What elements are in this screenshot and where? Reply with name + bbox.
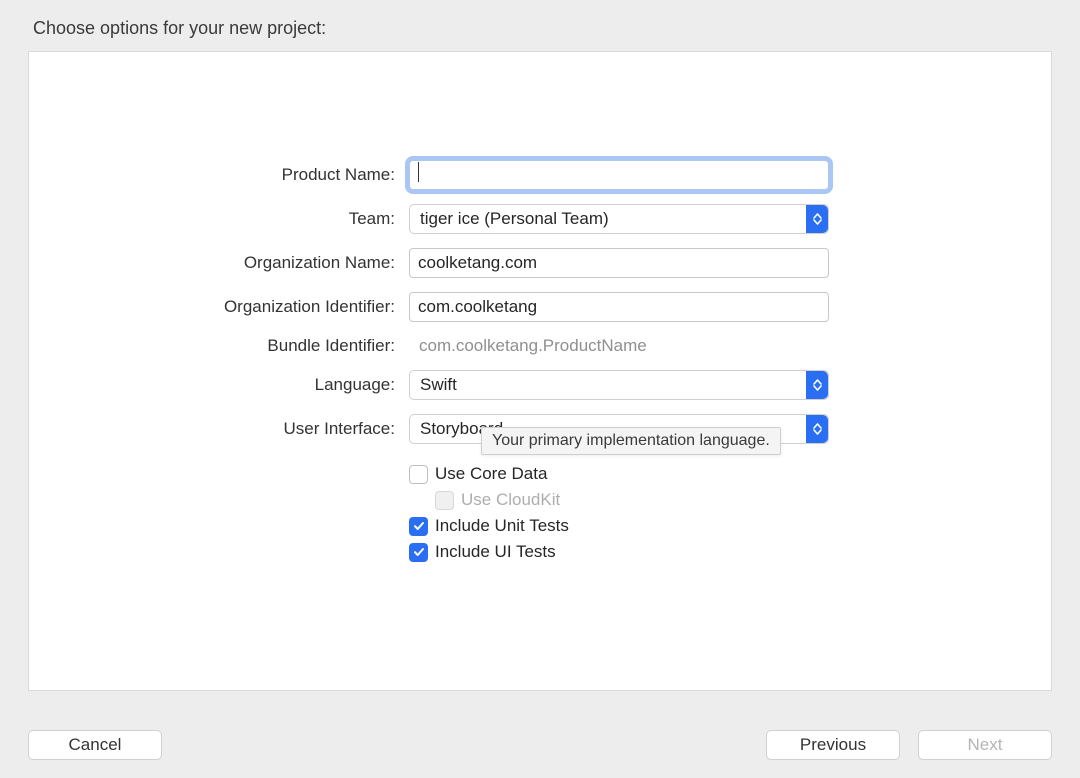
project-options-form: Product Name: Team: tiger ice (Personal …: [29, 160, 1051, 572]
product-name-label: Product Name:: [29, 165, 409, 185]
main-panel: Product Name: Team: tiger ice (Personal …: [28, 51, 1052, 691]
product-name-input[interactable]: [409, 160, 829, 190]
organization-identifier-label: Organization Identifier:: [29, 297, 409, 317]
organization-name-input[interactable]: [409, 248, 829, 278]
previous-button[interactable]: Previous: [766, 730, 900, 760]
language-select-value: Swift: [420, 375, 457, 395]
organization-name-label: Organization Name:: [29, 253, 409, 273]
language-select[interactable]: Swift: [409, 370, 829, 400]
updown-chevron-icon: [806, 415, 828, 443]
language-tooltip: Your primary implementation language.: [481, 427, 781, 455]
updown-chevron-icon: [806, 205, 828, 233]
use-core-data-checkbox[interactable]: [409, 465, 428, 484]
team-label: Team:: [29, 209, 409, 229]
page-heading: Choose options for your new project:: [0, 0, 1080, 51]
user-interface-label: User Interface:: [29, 419, 409, 439]
team-select-value: tiger ice (Personal Team): [420, 209, 609, 229]
footer: Cancel Previous Next: [28, 730, 1052, 760]
next-button: Next: [918, 730, 1052, 760]
cancel-button[interactable]: Cancel: [28, 730, 162, 760]
checkmark-icon: [413, 520, 425, 532]
include-ui-tests-label: Include UI Tests: [435, 542, 556, 562]
use-core-data-label: Use Core Data: [435, 464, 547, 484]
use-cloudkit-checkbox: [435, 491, 454, 510]
bundle-identifier-label: Bundle Identifier:: [29, 336, 409, 356]
checkmark-icon: [413, 546, 425, 558]
use-cloudkit-label: Use CloudKit: [461, 490, 560, 510]
organization-identifier-input[interactable]: [409, 292, 829, 322]
include-unit-tests-label: Include Unit Tests: [435, 516, 569, 536]
team-select[interactable]: tiger ice (Personal Team): [409, 204, 829, 234]
language-label: Language:: [29, 375, 409, 395]
include-unit-tests-checkbox[interactable]: [409, 517, 428, 536]
bundle-identifier-value: com.coolketang.ProductName: [409, 336, 829, 356]
updown-chevron-icon: [806, 371, 828, 399]
include-ui-tests-checkbox[interactable]: [409, 543, 428, 562]
